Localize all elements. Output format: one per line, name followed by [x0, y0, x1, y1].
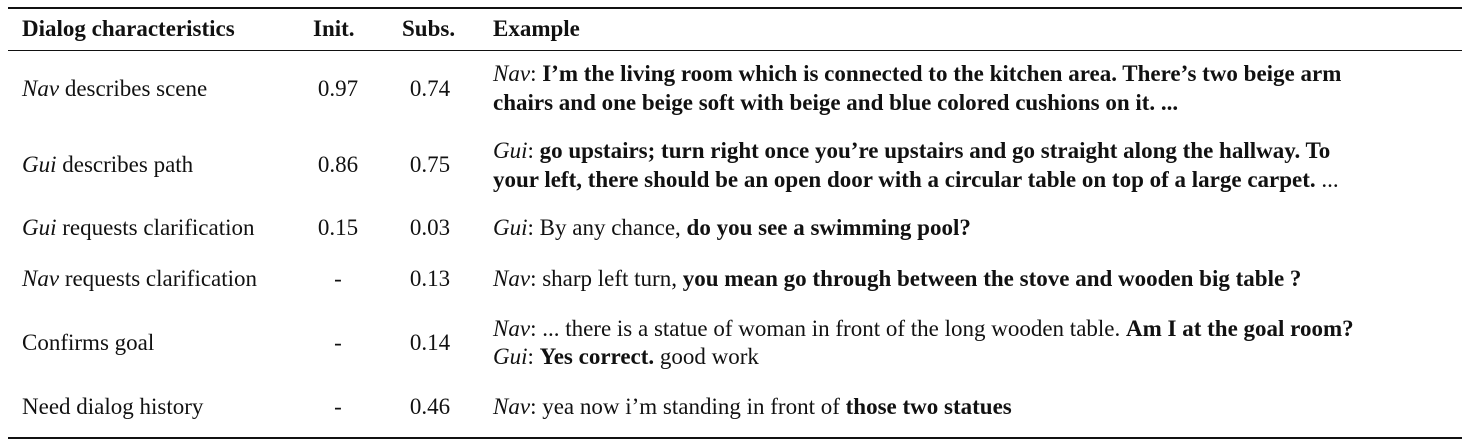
example-separator: :: [530, 394, 543, 419]
example-speaker: Gui: [493, 215, 528, 240]
dialog-characteristics-table: Dialog characteristics Init. Subs. Examp…: [0, 0, 1466, 448]
row-characteristic-role: Gui: [22, 152, 57, 177]
row-init-value: -: [334, 330, 342, 355]
example-text: yea now i’m standing in front of: [542, 394, 846, 419]
example-line: Gui: go upstairs; turn right once you’re…: [493, 136, 1330, 165]
row-characteristic-text: describes scene: [59, 76, 208, 101]
example-bold-text: Am I at the goal room?: [1126, 316, 1354, 341]
row-characteristic-text: requests clarification: [59, 266, 258, 291]
row-characteristic-role: Gui: [22, 215, 57, 240]
example-bold-text: Yes correct.: [539, 344, 655, 369]
row-init-value: -: [334, 394, 342, 419]
row-init-value: 0.15: [317, 215, 359, 240]
example-text: By any chance,: [539, 215, 687, 240]
example-bold-text: your left, there should be an open door …: [493, 167, 1316, 192]
row-characteristic-text: requests clarification: [56, 215, 255, 240]
example-bold-text: I’m the living room which is connected t…: [542, 61, 1342, 86]
example-bold-text: go upstairs; turn right once you’re upst…: [539, 138, 1331, 163]
row-characteristic: Gui requests clarification: [22, 213, 254, 242]
example-line: Gui: Yes correct. good work: [493, 342, 759, 371]
row-subs-value: 0.13: [409, 266, 451, 291]
example-line: chairs and one beige soft with beige and…: [493, 88, 1178, 117]
row-characteristic: Nav requests clarification: [22, 264, 257, 293]
example-bold-text: chairs and one beige soft with beige and…: [493, 90, 1179, 115]
row-subs-value: 0.74: [409, 76, 451, 101]
example-line: your left, there should be an open door …: [493, 165, 1339, 194]
header-characteristics: Dialog characteristics: [22, 16, 235, 41]
row-subs-value: 0.14: [409, 330, 451, 355]
row-characteristic-role: Nav: [22, 76, 60, 101]
example-speaker: Nav: [493, 394, 531, 419]
example-line: Gui: By any chance, do you see a swimmin…: [493, 213, 971, 242]
example-separator: :: [530, 316, 543, 341]
example-bold-text: those two statues: [845, 394, 1012, 419]
row-characteristic-text: Need dialog history: [22, 394, 204, 419]
header-rule: [8, 50, 1462, 51]
example-text: sharp left turn,: [542, 266, 683, 291]
example-line: Nav: sharp left turn, you mean go throug…: [493, 264, 1301, 293]
example-separator: :: [530, 61, 543, 86]
example-bold-text: you mean go through between the stove an…: [682, 266, 1302, 291]
example-text-tail: ...: [1315, 167, 1339, 192]
example-speaker: Gui: [493, 138, 528, 163]
example-separator: :: [527, 215, 540, 240]
bottom-rule: [8, 437, 1462, 439]
header-subs: Subs.: [402, 16, 456, 41]
row-characteristic: Gui describes path: [22, 150, 193, 179]
example-speaker: Gui: [493, 344, 528, 369]
example-separator: :: [527, 344, 540, 369]
row-characteristic-role: Nav: [22, 266, 60, 291]
example-text-tail: good work: [654, 344, 759, 369]
example-line: Nav: yea now i’m standing in front of th…: [493, 392, 1012, 421]
row-characteristic-text: describes path: [56, 152, 194, 177]
header-init: Init.: [313, 16, 355, 41]
example-text: ... there is a statue of woman in front …: [542, 316, 1126, 341]
row-characteristic: Nav describes scene: [22, 74, 207, 103]
row-subs-value: 0.75: [409, 152, 451, 177]
example-separator: :: [527, 138, 540, 163]
row-init-value: -: [334, 266, 342, 291]
row-subs-value: 0.03: [409, 215, 451, 240]
row-characteristic-text: Confirms goal: [22, 330, 155, 355]
example-speaker: Nav: [493, 266, 531, 291]
row-init-value: 0.97: [317, 76, 359, 101]
example-separator: :: [530, 266, 543, 291]
row-init-value: 0.86: [317, 152, 359, 177]
example-bold-text: do you see a swimming pool?: [686, 215, 971, 240]
example-speaker: Nav: [493, 61, 531, 86]
example-line: Nav: I’m the living room which is connec…: [493, 59, 1341, 88]
row-subs-value: 0.46: [409, 394, 451, 419]
top-rule: [8, 7, 1462, 9]
row-characteristic: Need dialog history: [22, 392, 203, 421]
example-speaker: Nav: [493, 316, 531, 341]
example-line: Nav: ... there is a statue of woman in f…: [493, 314, 1354, 343]
row-characteristic: Confirms goal: [22, 328, 154, 357]
header-example: Example: [493, 16, 580, 41]
